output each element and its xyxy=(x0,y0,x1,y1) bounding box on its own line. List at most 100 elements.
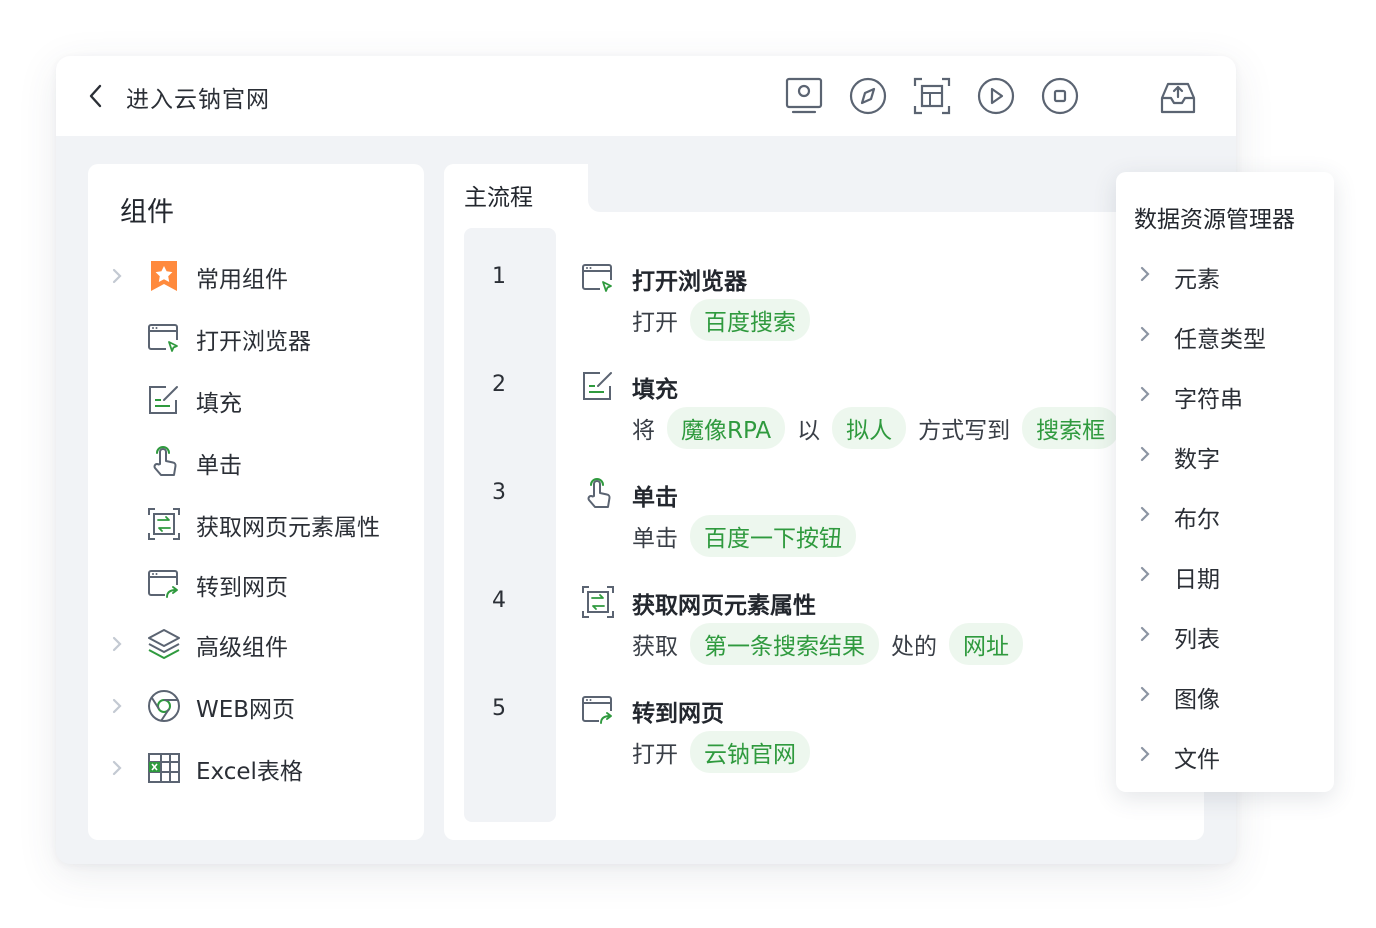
data-type-item[interactable]: 日期 xyxy=(1116,554,1334,594)
step-description: 获取 第一条搜索结果 处的 网址 xyxy=(632,623,1035,665)
chevron-right-icon[interactable] xyxy=(1138,684,1152,704)
components-panel: 组件 常用组件 打开浏览器 填充 单击 获取网页元素属性 转到网页 高级组件 W… xyxy=(88,164,424,840)
step-text: 方式写到 xyxy=(918,418,1011,444)
step-name: 单击 xyxy=(632,485,678,511)
step-number: 4 xyxy=(492,588,506,613)
flow-step-open-browser[interactable]: 打开浏览器 打开 百度搜索 xyxy=(580,260,1140,356)
excel-icon xyxy=(146,750,182,786)
top-bar: 进入云钠官网 xyxy=(56,56,1236,136)
browser-open-icon xyxy=(580,260,616,296)
step-text: 以 xyxy=(797,418,821,444)
chevron-right-icon[interactable] xyxy=(110,696,124,716)
get-element-icon xyxy=(580,584,616,620)
chevron-right-icon[interactable] xyxy=(1138,564,1152,584)
component-item-open-browser[interactable]: 打开浏览器 xyxy=(88,316,424,360)
step-name: 获取网页元素属性 xyxy=(632,593,816,619)
data-type-label: 文件 xyxy=(1174,747,1220,773)
tab-label: 主流程 xyxy=(464,185,533,211)
step-description: 单击 百度一下按钮 xyxy=(632,515,868,557)
step-text: 获取 xyxy=(632,634,678,660)
components-title: 组件 xyxy=(120,197,174,228)
data-type-label: 任意类型 xyxy=(1174,327,1266,353)
flow-step-get-element[interactable]: 获取网页元素属性 获取 第一条搜索结果 处的 网址 xyxy=(580,584,1140,680)
chevron-right-icon[interactable] xyxy=(110,634,124,654)
chevron-right-icon[interactable] xyxy=(110,266,124,286)
data-resource-manager: 数据资源管理器 元素 任意类型 字符串 数字 布尔 日期 列表 图像 文件 xyxy=(1116,172,1334,792)
data-type-item[interactable]: 图像 xyxy=(1116,674,1334,714)
flow-step-fill[interactable]: 填充 将魔像RPA 以拟人 方式写到 搜索框 xyxy=(580,368,1140,464)
data-type-item[interactable]: 任意类型 xyxy=(1116,314,1334,354)
parameter-chip[interactable]: 第一条搜索结果 xyxy=(690,623,879,665)
compass-icon[interactable] xyxy=(848,76,888,116)
data-type-label: 元素 xyxy=(1174,267,1220,293)
step-text: 单击 xyxy=(632,526,678,552)
chevron-right-icon[interactable] xyxy=(1138,444,1152,464)
component-label: 高级组件 xyxy=(196,635,288,661)
data-type-label: 字符串 xyxy=(1174,387,1243,413)
flow-step-goto-page[interactable]: 转到网页 打开 云钠官网 xyxy=(580,692,1140,788)
step-name: 填充 xyxy=(632,377,678,403)
data-type-item[interactable]: 字符串 xyxy=(1116,374,1334,414)
parameter-chip[interactable]: 百度一下按钮 xyxy=(690,515,856,557)
goto-page-icon xyxy=(580,692,616,728)
component-label: 常用组件 xyxy=(196,267,288,293)
data-type-item[interactable]: 元素 xyxy=(1116,254,1334,294)
data-type-item[interactable]: 布尔 xyxy=(1116,494,1334,534)
parameter-chip[interactable]: 魔像RPA xyxy=(667,407,786,449)
component-item-fill[interactable]: 填充 xyxy=(88,378,424,422)
component-item-web[interactable]: WEB网页 xyxy=(88,684,424,728)
parameter-chip[interactable]: 网址 xyxy=(949,623,1023,665)
step-description: 打开 百度搜索 xyxy=(632,299,822,341)
goto-page-icon xyxy=(146,566,182,602)
tab-main-flow[interactable]: 主流程 xyxy=(444,164,588,216)
stop-icon[interactable] xyxy=(1040,76,1080,116)
app-window: 进入云钠官网 组件 常用组件 打开浏览器 填充 单击 获取网页元素属性 转到网页… xyxy=(56,56,1236,864)
chevron-right-icon[interactable] xyxy=(1138,324,1152,344)
step-text: 打开 xyxy=(632,310,678,336)
publish-upload-icon[interactable] xyxy=(1158,76,1198,116)
star-badge-icon xyxy=(146,258,182,294)
flow-step-click[interactable]: 单击 单击 百度一下按钮 xyxy=(580,476,1140,572)
component-item-advanced[interactable]: 高级组件 xyxy=(88,622,424,666)
component-item-click[interactable]: 单击 xyxy=(88,440,424,484)
layers-icon xyxy=(146,626,182,662)
chevron-right-icon[interactable] xyxy=(1138,504,1152,524)
browser-open-icon xyxy=(146,320,182,356)
data-type-label: 布尔 xyxy=(1174,507,1220,533)
component-label: 填充 xyxy=(196,391,242,417)
parameter-chip[interactable]: 搜索框 xyxy=(1022,407,1120,449)
parameter-chip[interactable]: 拟人 xyxy=(832,407,907,449)
back-arrow-icon[interactable] xyxy=(84,82,108,110)
step-text: 将 xyxy=(632,418,655,444)
component-item-get-element[interactable]: 获取网页元素属性 xyxy=(88,502,424,546)
component-label: 单击 xyxy=(196,453,242,479)
chrome-icon xyxy=(146,688,182,724)
step-text: 处的 xyxy=(891,634,937,660)
click-hand-icon xyxy=(146,444,182,480)
component-item-goto-page[interactable]: 转到网页 xyxy=(88,562,424,606)
step-number: 2 xyxy=(492,372,506,397)
component-item-common[interactable]: 常用组件 xyxy=(88,254,424,298)
data-type-item[interactable]: 文件 xyxy=(1116,734,1334,774)
screen-capture-icon[interactable] xyxy=(784,76,824,116)
parameter-chip[interactable]: 百度搜索 xyxy=(690,299,810,341)
click-hand-icon xyxy=(580,476,616,512)
fill-icon xyxy=(580,368,616,404)
step-number: 3 xyxy=(492,480,506,505)
step-text: 打开 xyxy=(632,742,678,768)
play-icon[interactable] xyxy=(976,76,1016,116)
data-type-item[interactable]: 数字 xyxy=(1116,434,1334,474)
component-label: Excel表格 xyxy=(196,759,303,785)
chevron-right-icon[interactable] xyxy=(1138,624,1152,644)
frame-select-icon[interactable] xyxy=(912,76,952,116)
data-type-label: 列表 xyxy=(1174,627,1220,653)
step-name: 转到网页 xyxy=(632,701,724,727)
step-description: 打开 云钠官网 xyxy=(632,731,822,773)
component-item-excel[interactable]: Excel表格 xyxy=(88,746,424,790)
parameter-chip[interactable]: 云钠官网 xyxy=(690,731,810,773)
chevron-right-icon[interactable] xyxy=(1138,264,1152,284)
chevron-right-icon[interactable] xyxy=(1138,384,1152,404)
chevron-right-icon[interactable] xyxy=(110,758,124,778)
chevron-right-icon[interactable] xyxy=(1138,744,1152,764)
data-type-item[interactable]: 列表 xyxy=(1116,614,1334,654)
